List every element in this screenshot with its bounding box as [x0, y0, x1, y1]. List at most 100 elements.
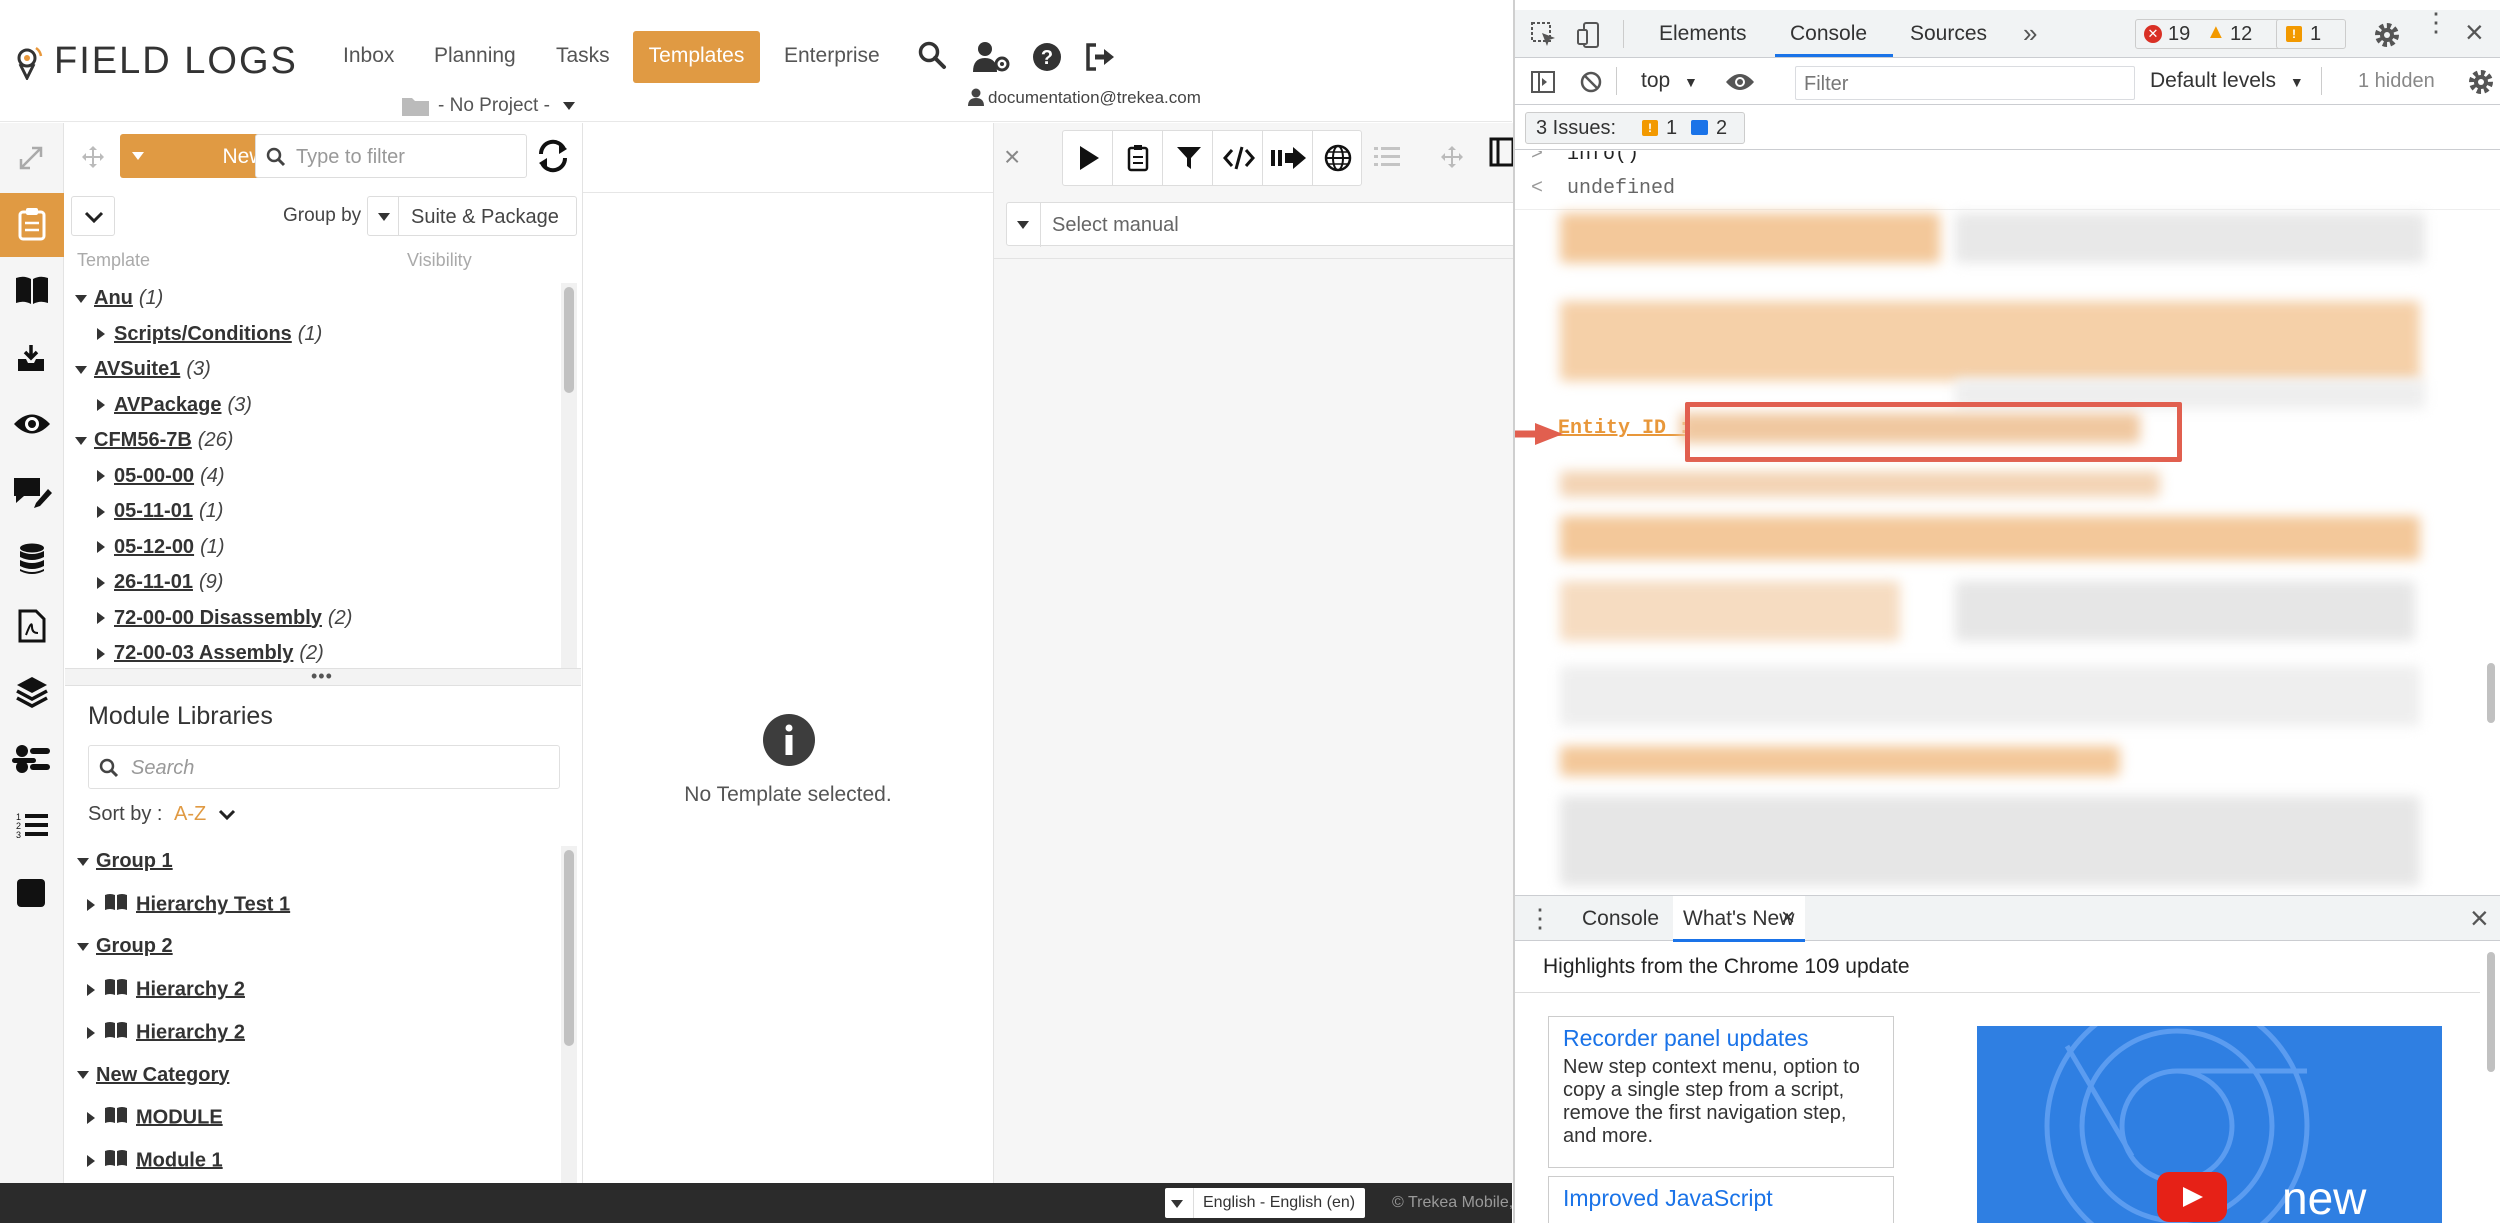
users-list-icon[interactable] [12, 743, 52, 782]
issues-button[interactable]: 3 Issues: ! 1 2 [1525, 112, 1745, 144]
tree-item[interactable]: 05-00-00 (4) [97, 465, 225, 488]
tree-item-label[interactable]: AVPackage [114, 394, 221, 416]
context-select[interactable]: top ▼ [1641, 69, 1698, 93]
module-label[interactable]: Group 2 [96, 935, 173, 957]
inspect-element-icon[interactable] [1531, 22, 1557, 53]
devtools-tab-sources[interactable]: Sources [1910, 22, 1987, 46]
scrollbar-thumb[interactable] [564, 850, 574, 1046]
nav-templates[interactable]: Templates [633, 31, 760, 83]
console-scrollbar[interactable] [2483, 151, 2499, 895]
module-item[interactable]: Hierarchy Test 1 [87, 893, 290, 917]
manual-select[interactable]: Select manual [1006, 202, 1526, 247]
sort-control[interactable]: Sort by : A-Z [88, 803, 236, 826]
nav-inbox[interactable]: Inbox [343, 44, 394, 68]
scrollbar-thumb[interactable] [2487, 663, 2495, 723]
layers-icon[interactable] [15, 675, 49, 714]
device-toolbar-icon[interactable] [1577, 22, 1603, 53]
caret-down-icon[interactable] [75, 294, 87, 303]
caret-right-icon[interactable] [97, 647, 105, 660]
module-label[interactable]: New Category [96, 1064, 229, 1086]
caret-down-icon[interactable] [77, 943, 89, 952]
console-filter-input[interactable]: Filter [1795, 66, 2135, 100]
module-label[interactable]: Hierarchy 2 [136, 978, 245, 1000]
eye-icon[interactable] [12, 411, 52, 442]
move-icon[interactable] [1440, 145, 1464, 174]
module-item[interactable]: MODULE [87, 1106, 223, 1130]
tree-item-label[interactable]: 05-12-00 [114, 536, 194, 558]
tree-item-label[interactable]: 05-00-00 [114, 465, 194, 487]
play-icon[interactable] [2157, 1172, 2227, 1222]
clear-console-icon[interactable] [1580, 71, 1602, 98]
module-search-input[interactable]: Search [88, 745, 560, 789]
close-devtools-icon[interactable]: × [2465, 14, 2484, 51]
tree-item[interactable]: AVPackage (3) [97, 394, 252, 417]
close-tab-icon[interactable]: × [1781, 904, 1795, 932]
feature-card-javascript[interactable]: Improved JavaScript [1548, 1176, 1894, 1223]
caret-right-icon[interactable] [97, 470, 105, 483]
levels-select[interactable]: Default levels ▼ [2150, 69, 2304, 93]
refresh-icon[interactable] [535, 139, 571, 178]
drawer-menu-icon[interactable]: ⋮ [1527, 903, 1553, 934]
globe-icon[interactable] [1313, 131, 1361, 185]
search-icon[interactable] [917, 40, 947, 75]
module-item[interactable]: Hierarchy 2 [87, 978, 245, 1002]
square-icon[interactable] [17, 879, 45, 912]
book-icon[interactable] [14, 275, 50, 310]
module-scrollbar[interactable] [561, 846, 577, 1183]
caret-down-icon[interactable] [77, 1071, 89, 1080]
feature-card-recorder[interactable]: Recorder panel updates New step context … [1548, 1016, 1894, 1168]
caret-down-icon[interactable] [77, 857, 89, 866]
card-title[interactable]: Improved JavaScript [1563, 1185, 1879, 1212]
close-drawer-icon[interactable]: × [2470, 900, 2489, 937]
more-tabs-icon[interactable]: » [2023, 18, 2037, 49]
console-settings-icon[interactable] [2467, 68, 2495, 101]
module-item[interactable]: Hierarchy 2 [87, 1021, 245, 1045]
caret-right-icon[interactable] [87, 1026, 95, 1039]
caret-right-icon[interactable] [87, 1154, 95, 1167]
caret-right-icon[interactable] [87, 984, 95, 997]
play-icon[interactable] [1063, 131, 1113, 185]
eye-icon[interactable] [1725, 72, 1755, 97]
caret-right-icon[interactable] [87, 1112, 95, 1125]
tree-item[interactable]: 26-11-01 (9) [97, 571, 223, 594]
caret-right-icon[interactable] [97, 576, 105, 589]
collapse-dropdown[interactable] [71, 196, 115, 236]
tree-item[interactable]: 05-12-00 (1) [97, 536, 225, 559]
tree-item[interactable]: AVSuite1 (3) [75, 358, 211, 381]
tree-item-label[interactable]: Anu [94, 287, 133, 309]
drawer-tab-whatsnew[interactable]: What's New × [1673, 896, 1805, 942]
checklist-icon[interactable] [1113, 131, 1163, 185]
move-icon[interactable] [81, 145, 105, 174]
module-group[interactable]: Group 2 [77, 935, 173, 958]
filter-icon[interactable] [1163, 131, 1213, 185]
module-label[interactable]: Group 1 [96, 850, 173, 872]
tree-item[interactable]: CFM56-7B (26) [75, 429, 233, 452]
user-settings-icon[interactable] [972, 40, 1012, 79]
filter-input[interactable]: Type to filter [255, 134, 527, 178]
kebab-menu-icon[interactable]: ⋮ [2423, 9, 2449, 35]
module-group[interactable]: New Category [77, 1064, 229, 1087]
tree-item-label[interactable]: 05-11-01 [114, 500, 193, 522]
tree-item-label[interactable]: Scripts/Conditions [114, 323, 292, 345]
tree-item-label[interactable]: 72-00-03 Assembly [114, 642, 293, 664]
caret-down-icon[interactable] [75, 436, 87, 445]
rail-item-templates[interactable] [0, 193, 64, 257]
database-icon[interactable] [18, 543, 46, 580]
devtools-tab-console[interactable]: Console [1790, 22, 1867, 46]
promo-video-thumbnail[interactable]: new [1977, 1026, 2442, 1223]
code-icon[interactable] [1213, 131, 1263, 185]
sidebar-toggle-icon[interactable] [1531, 71, 1555, 98]
drawer-scrollbar[interactable] [2483, 942, 2499, 1223]
tree-item[interactable]: 72-00-00 Disassembly (2) [97, 607, 352, 630]
inbox-download-icon[interactable] [16, 343, 46, 378]
logout-icon[interactable] [1084, 42, 1116, 77]
flow-arrow-icon[interactable] [1263, 131, 1313, 185]
tree-item[interactable]: Anu (1) [75, 287, 163, 310]
caret-down-icon[interactable] [75, 365, 87, 374]
panel-toggle-icon[interactable] [1489, 137, 1515, 172]
nav-tasks[interactable]: Tasks [556, 44, 610, 68]
caret-right-icon[interactable] [97, 505, 105, 518]
caret-right-icon[interactable] [97, 541, 105, 554]
panel-splitter[interactable]: ••• [65, 666, 581, 686]
module-label[interactable]: Hierarchy Test 1 [136, 893, 290, 915]
